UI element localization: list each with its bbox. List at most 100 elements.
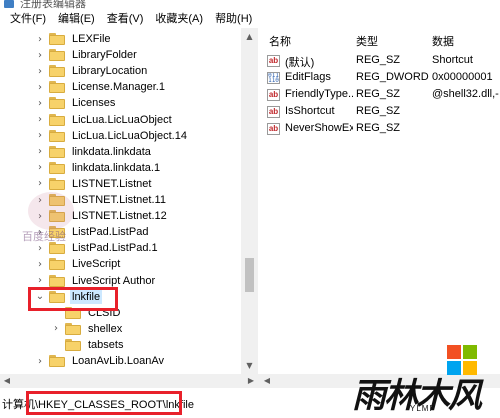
folder-icon — [49, 274, 65, 287]
value-type: REG_SZ — [356, 54, 401, 66]
tree-node-label: linkdata.linkdata — [72, 145, 151, 158]
value-row[interactable]: ab (默认) REG_SZ Shortcut — [259, 52, 500, 70]
tree-node-label: LiveScript Author — [72, 274, 156, 287]
title-bar: 注册表编辑器 — [0, 0, 500, 10]
value-row[interactable]: ab IsShortcut REG_SZ — [259, 103, 500, 121]
registry-values-list[interactable]: 名称 类型 数据 ab (默认) REG_SZ Shortcut 011 110 … — [259, 28, 500, 374]
collapsed-chevron-icon[interactable]: › — [34, 146, 46, 157]
ylmf-brand-logo: 雨林木风 YLMF — [352, 372, 492, 416]
collapsed-chevron-icon[interactable]: › — [34, 114, 46, 125]
menu-edit[interactable]: 编辑(E) — [52, 10, 101, 28]
tree-node-label: LEXFile — [72, 33, 111, 45]
tree-node-label: ListPad.ListPad.1 — [72, 242, 158, 255]
collapsed-chevron-icon[interactable]: › — [34, 227, 46, 238]
collapsed-chevron-icon[interactable]: › — [34, 34, 46, 45]
string-value-icon: ab — [267, 106, 280, 118]
collapsed-chevron-icon[interactable]: › — [34, 130, 46, 141]
folder-icon — [49, 81, 65, 94]
menu-favorites[interactable]: 收藏夹(A) — [149, 10, 209, 28]
tree-node-label: CLSID — [88, 306, 121, 319]
collapsed-chevron-icon[interactable]: › — [34, 82, 46, 93]
tree-node[interactable]: › LoanAvLib.LoanAv — [34, 352, 257, 370]
scroll-down-arrow-icon[interactable]: ▼ — [241, 357, 258, 374]
folder-icon — [49, 258, 65, 271]
scroll-left-arrow-icon[interactable]: ◀ — [260, 374, 274, 388]
string-value-icon: ab — [267, 55, 280, 67]
folder-icon — [49, 33, 65, 45]
folder-icon — [49, 129, 65, 142]
collapsed-chevron-icon[interactable]: › — [34, 178, 46, 189]
tree-node-label: shellex — [88, 322, 123, 335]
tree-node-label: LISTNET.Listnet.12 — [72, 210, 167, 223]
string-value-icon: ab — [267, 89, 280, 101]
collapsed-chevron-icon[interactable]: › — [34, 50, 46, 61]
folder-icon — [49, 113, 65, 126]
registry-key-tree[interactable]: › LEXFile › LibraryFolder › LibraryLocation › L… — [0, 28, 258, 374]
value-row[interactable]: ab FriendlyType... REG_SZ @shell32.dll,- — [259, 86, 500, 104]
value-data: 0x00000001 — [432, 71, 493, 83]
folder-icon — [49, 145, 65, 158]
collapsed-chevron-icon[interactable]: › — [34, 275, 46, 286]
collapsed-chevron-icon[interactable]: › — [34, 162, 46, 173]
tree-node-label: LicLua.LicLuaObject.14 — [72, 129, 187, 142]
scroll-left-arrow-icon[interactable]: ◀ — [0, 374, 14, 388]
value-type: REG_SZ — [356, 88, 401, 100]
tree-vertical-scrollbar[interactable]: ▲ ▼ — [241, 28, 258, 374]
tree-node-label: tabsets — [88, 338, 124, 351]
scroll-thumb[interactable] — [245, 258, 254, 292]
folder-icon — [65, 338, 81, 351]
menu-file[interactable]: 文件(F) — [4, 10, 52, 28]
binary-value-icon: 011 110 — [267, 72, 280, 84]
value-name: IsShortcut — [285, 105, 335, 117]
brand-en: YLMF — [410, 404, 436, 413]
column-data-header[interactable]: 数据 — [432, 33, 454, 49]
value-name: FriendlyType... — [285, 88, 353, 100]
tree-node-label: LISTNET.Listnet — [72, 177, 152, 190]
value-row[interactable]: ab NeverShowExt REG_SZ — [259, 120, 500, 138]
collapsed-chevron-icon[interactable]: › — [34, 195, 46, 206]
scroll-right-arrow-icon[interactable]: ▶ — [244, 374, 258, 388]
column-name-header[interactable]: 名称 — [269, 33, 291, 49]
folder-icon — [49, 194, 65, 206]
collapsed-chevron-icon[interactable]: › — [34, 356, 46, 367]
folder-icon — [49, 226, 65, 239]
value-type: REG_SZ — [356, 105, 401, 117]
folder-icon — [49, 161, 65, 174]
tree-node-label: License.Manager.1 — [72, 81, 165, 94]
regedit-app-icon — [4, 0, 14, 8]
collapsed-chevron-icon[interactable]: › — [34, 243, 46, 254]
menu-bar: 文件(F) 编辑(E) 查看(V) 收藏夹(A) 帮助(H) — [0, 10, 500, 28]
folder-icon — [49, 210, 65, 223]
collapsed-chevron-icon[interactable]: › — [34, 211, 46, 222]
expanded-chevron-icon[interactable]: ⌄ — [34, 291, 46, 302]
status-path: 计算机\HKEY_CLASSES_ROOT\lnkfile — [2, 399, 194, 411]
value-data: Shortcut — [432, 54, 473, 66]
value-type: REG_SZ — [356, 122, 401, 134]
folder-icon — [49, 65, 65, 78]
folder-icon — [65, 306, 81, 319]
tree-node-label: LibraryLocation — [72, 65, 148, 78]
collapsed-chevron-icon[interactable]: › — [34, 66, 46, 77]
tree-node-label: linkdata.linkdata.1 — [72, 161, 161, 174]
column-type-header[interactable]: 类型 — [356, 33, 378, 49]
value-row[interactable]: 011 110 EditFlags REG_DWORD 0x00000001 — [259, 69, 500, 87]
menu-view[interactable]: 查看(V) — [101, 10, 150, 28]
folder-icon — [49, 290, 65, 303]
value-name: EditFlags — [285, 71, 331, 83]
value-data: @shell32.dll,- — [432, 88, 499, 100]
folder-icon — [49, 242, 65, 255]
collapsed-chevron-icon[interactable]: › — [34, 98, 46, 109]
collapsed-chevron-icon[interactable]: › — [34, 259, 46, 270]
tree-node-label: Licenses — [72, 97, 116, 110]
value-name: NeverShowExt — [285, 122, 353, 134]
scroll-up-arrow-icon[interactable]: ▲ — [241, 28, 258, 45]
window-title: 注册表编辑器 — [20, 0, 86, 10]
string-value-icon: ab — [267, 123, 280, 135]
folder-icon — [49, 355, 65, 367]
tree-node-label: LiveScript — [72, 258, 121, 271]
collapsed-chevron-icon[interactable]: › — [50, 323, 62, 334]
folder-icon — [49, 177, 65, 190]
menu-help[interactable]: 帮助(H) — [209, 10, 258, 28]
tree-node-label: LISTNET.Listnet.11 — [72, 194, 166, 206]
values-header: 名称 类型 数据 — [259, 32, 500, 50]
